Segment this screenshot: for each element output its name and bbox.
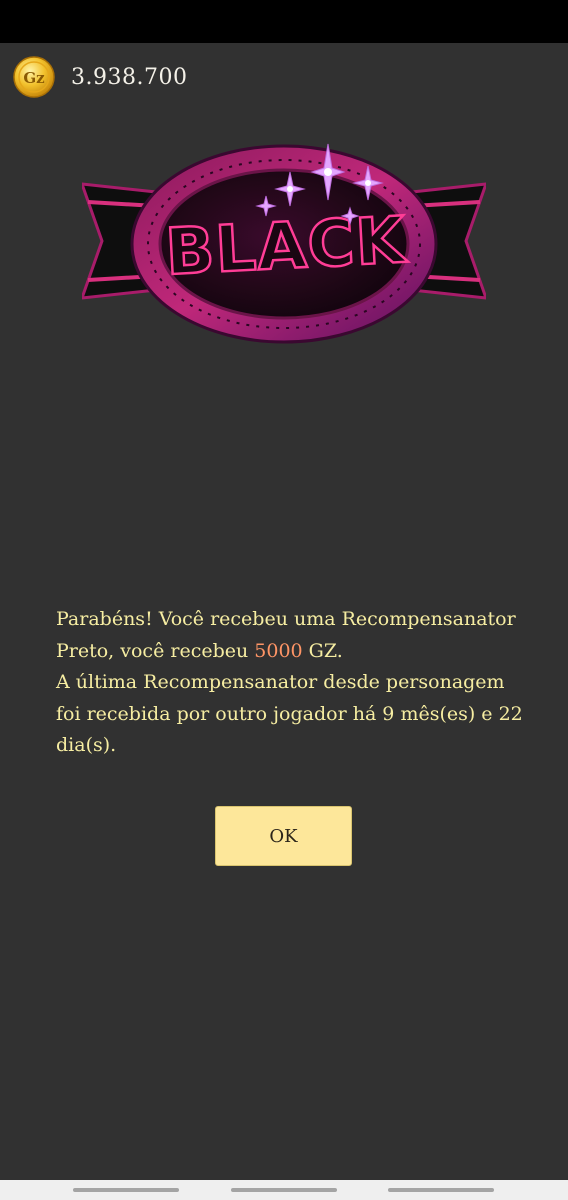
status-bar — [0, 0, 568, 43]
reward-amount: 5000 — [254, 639, 303, 662]
currency-amount: 3.938.700 — [71, 64, 188, 90]
gz-coin-icon: Gz — [13, 56, 55, 98]
last-reward-text: A última Recompensanator desde personage… — [56, 671, 523, 756]
nav-handle-right[interactable] — [388, 1188, 494, 1192]
ok-button[interactable]: OK — [215, 806, 352, 866]
svg-text:BLACK: BLACK — [164, 204, 410, 291]
nav-handle-left[interactable] — [73, 1188, 179, 1192]
navigation-bar — [0, 1180, 568, 1200]
reward-currency: GZ. — [302, 639, 343, 662]
nav-handle-center[interactable] — [231, 1188, 337, 1192]
black-badge-icon: BLACK — [82, 143, 486, 344]
svg-text:Gz: Gz — [23, 69, 45, 87]
currency-display: Gz 3.938.700 — [13, 56, 187, 98]
reward-message: Parabéns! Você recebeu uma Recompensanat… — [56, 604, 526, 762]
